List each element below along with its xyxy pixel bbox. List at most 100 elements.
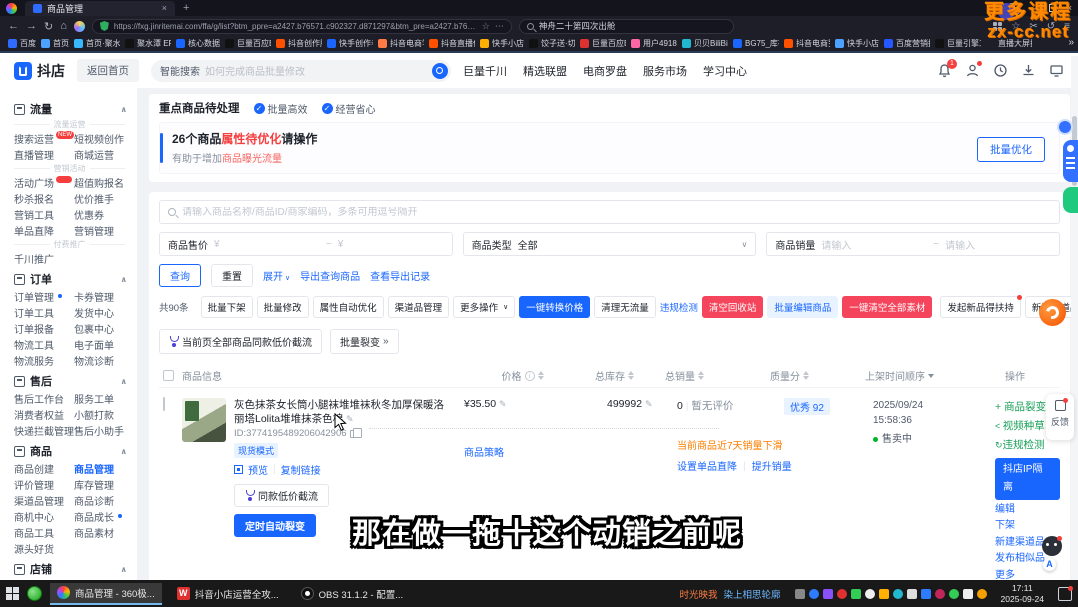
sidebar-item[interactable]: 订单管理 xyxy=(14,288,74,304)
home-icon[interactable]: ⌂ xyxy=(60,20,67,32)
sidebar-item[interactable]: 千川推广 xyxy=(14,250,74,266)
apps-grid-icon[interactable] xyxy=(993,22,1002,31)
browser-tab[interactable]: 商品管理 × xyxy=(25,1,175,16)
sidebar-section-order[interactable]: 订单 ∧ xyxy=(14,270,137,288)
price-range-filter[interactable]: 商品售价 ¥ ~ ¥ xyxy=(159,232,453,256)
row-checkbox[interactable] xyxy=(163,397,165,411)
copy-link[interactable]: 复制链接 xyxy=(281,462,321,477)
row-action-link[interactable]: 下架 xyxy=(995,518,1060,535)
sidebar-item[interactable]: 小额打款 xyxy=(74,406,134,422)
bookmark-item[interactable]: 快手小店 xyxy=(480,38,524,49)
tray-icon[interactable] xyxy=(907,589,917,599)
batch-offshelf-button[interactable]: 批量下架 xyxy=(201,296,253,318)
history-icon[interactable]: ↺ xyxy=(1047,21,1055,32)
copy-icon[interactable] xyxy=(350,430,357,438)
sidebar-item[interactable]: 源头好货 xyxy=(14,540,74,556)
tray-icon[interactable] xyxy=(865,589,875,599)
sidebar-item[interactable]: 评价管理 xyxy=(14,476,74,492)
header-nav-item[interactable]: 巨量千川 xyxy=(463,63,507,79)
taskbar-task-obs[interactable]: OBS 31.1.2 - 配置... xyxy=(294,583,410,605)
edit-stock-icon[interactable]: ✎ xyxy=(645,399,653,409)
start-button-icon[interactable] xyxy=(6,587,19,600)
tray-icon[interactable] xyxy=(949,589,959,599)
export-log-link[interactable]: 查看导出记录 xyxy=(370,268,430,283)
sidebar-item[interactable]: 商品成长 xyxy=(74,508,134,524)
export-link[interactable]: 导出查询商品 xyxy=(300,268,360,283)
url-field[interactable]: https://fxg.jinritemai.com/ffa/g/list?bt… xyxy=(92,19,512,34)
sidebar-item[interactable]: 电子面单 xyxy=(74,336,134,352)
ip-isolate-button[interactable]: 抖店IP隔离 xyxy=(995,458,1060,500)
sidebar-item[interactable]: 快递拦截管理 xyxy=(14,422,74,438)
floating-funds-tab[interactable] xyxy=(1063,140,1078,182)
batch-edit-goods-button[interactable]: 批量编辑商品 xyxy=(767,296,838,318)
bookmark-item[interactable]: 首页 xyxy=(41,38,69,49)
batch-optimize-button[interactable]: 批量优化 xyxy=(977,137,1045,162)
edit-title-icon[interactable]: ✎ xyxy=(346,414,354,424)
maximize-button[interactable] xyxy=(1049,4,1057,12)
sidebar-item[interactable]: 库存管理 xyxy=(74,476,134,492)
row-action-link[interactable]: 编辑 xyxy=(995,502,1060,519)
sidebar-item[interactable]: 搜索运营NEW xyxy=(14,130,74,146)
favorites-icon[interactable]: ☆ xyxy=(1011,21,1020,32)
sidebar-item[interactable]: 售后小助手 xyxy=(74,422,134,438)
minimize-button[interactable]: — xyxy=(1030,3,1039,13)
url-more-icon[interactable]: ⋯ xyxy=(495,21,504,32)
sidebar-item[interactable]: 单品直降 xyxy=(14,222,74,238)
bookmark-item[interactable]: 核心数据 xyxy=(176,38,220,49)
tray-icon[interactable] xyxy=(851,589,861,599)
boost-sales-link[interactable]: 提升销量 xyxy=(752,458,792,473)
screenshot-icon[interactable]: ✂ xyxy=(1029,21,1037,32)
sidebar-item[interactable]: 订单报备 xyxy=(14,320,74,336)
sidebar-item[interactable]: 物流服务 xyxy=(14,352,74,368)
sidebar-item[interactable]: 优价推手 xyxy=(74,190,134,206)
taskbar-clock[interactable]: 17:11 2025-09-24 xyxy=(1001,583,1044,604)
sidebar-item[interactable]: 订单工具 xyxy=(14,304,74,320)
taskbar-task-browser[interactable]: 商品管理 - 360极... xyxy=(50,583,162,605)
sidebar-item[interactable]: 物流诊断 xyxy=(74,352,134,368)
sidebar-item[interactable]: 发货中心 xyxy=(74,304,134,320)
channel-manage-button[interactable]: 渠道品管理 xyxy=(388,296,450,318)
bookmark-item[interactable]: 用户491872 xyxy=(631,38,677,49)
floating-help-icon[interactable] xyxy=(1057,119,1073,135)
notification-center-icon[interactable] xyxy=(1058,587,1072,601)
sidebar-item[interactable]: 秒杀报名 xyxy=(14,190,74,206)
sidebar-item[interactable]: 营销管理 xyxy=(74,222,134,238)
reload-icon[interactable]: ↻ xyxy=(44,20,53,33)
empty-recycle-button[interactable]: 清空回收站 xyxy=(702,296,764,318)
browser-logo-icon[interactable] xyxy=(6,3,17,14)
bookmarks-overflow-icon[interactable]: » xyxy=(1068,37,1074,48)
header-nav-item[interactable]: 精选联盟 xyxy=(523,63,567,79)
sales-range-filter[interactable]: 商品销量 请输入 ~ 请输入 xyxy=(766,232,1060,256)
clean-no-traffic-button[interactable]: 清理无流量 xyxy=(594,296,656,318)
header-nav-item[interactable]: 学习中心 xyxy=(703,63,747,79)
bookmark-item[interactable]: 聚水潭 ERP xyxy=(125,38,171,49)
query-button[interactable]: 查询 xyxy=(159,264,201,287)
tray-icon[interactable] xyxy=(921,589,931,599)
sidebar-item[interactable]: 商机中心 xyxy=(14,508,74,524)
assistant-icon[interactable] xyxy=(1043,558,1056,571)
news-ticker[interactable]: 时光映我 染上相思轮廓 xyxy=(679,587,780,601)
same-low-price-button[interactable]: 同款低价截流 xyxy=(234,484,329,507)
tray-icon[interactable] xyxy=(893,589,903,599)
tab-close-icon[interactable]: × xyxy=(162,3,167,13)
qr-icon[interactable] xyxy=(234,465,243,474)
preview-link[interactable]: 预览 xyxy=(248,462,268,477)
sidebar-item[interactable]: 超值购报名 xyxy=(74,174,134,190)
reset-button[interactable]: 重置 xyxy=(211,264,253,287)
tray-icon[interactable] xyxy=(795,589,805,599)
more-actions-button[interactable]: 更多操作 xyxy=(453,296,515,318)
sort-icon[interactable] xyxy=(628,371,634,380)
tray-icon[interactable] xyxy=(823,589,833,599)
floating-green-tab[interactable] xyxy=(1063,187,1078,213)
sidebar-item[interactable]: 渠道品管理 xyxy=(14,492,74,508)
app-logo[interactable]: 抖店 xyxy=(14,61,65,81)
menu-icon[interactable]: ≡ xyxy=(1064,21,1070,32)
set-discount-link[interactable]: 设置单品直降 xyxy=(677,458,737,473)
tray-icon[interactable] xyxy=(809,589,819,599)
sidebar-section-traffic[interactable]: 流量 ∧ xyxy=(14,100,137,118)
bookmark-item[interactable]: 首页·聚水 xyxy=(74,38,120,49)
header-nav-item[interactable]: 电商罗盘 xyxy=(583,63,627,79)
sidebar-item[interactable]: 商品工具 xyxy=(14,524,74,540)
auto-split-button[interactable]: 定时自动裂变 xyxy=(234,514,316,537)
sidebar-section-goods[interactable]: 商品 ∧ xyxy=(14,442,137,460)
